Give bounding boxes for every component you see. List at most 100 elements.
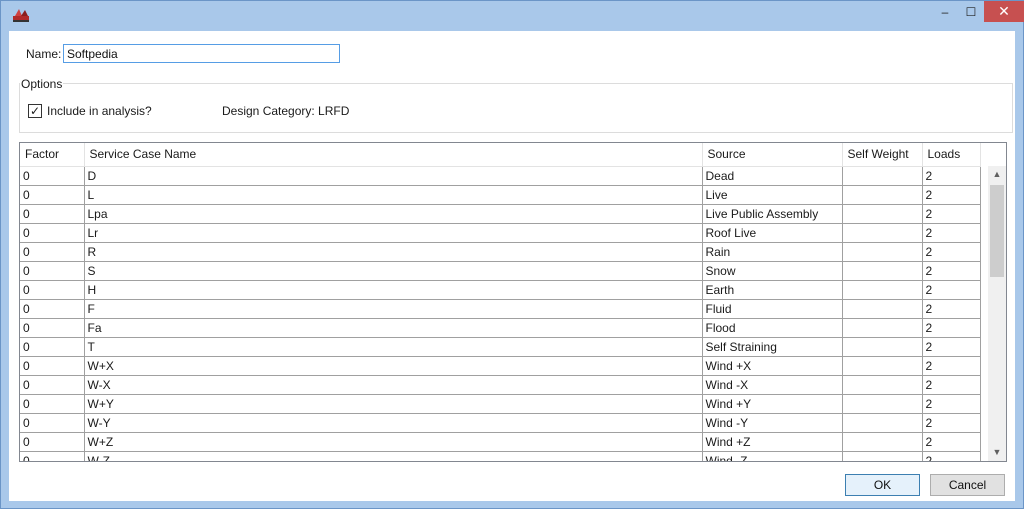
source-cell[interactable]: Flood — [702, 318, 843, 338]
loads-cell[interactable]: 2 — [922, 242, 981, 262]
table-row[interactable]: 0 H Earth 2 — [20, 280, 981, 300]
service-case-name-cell[interactable]: Lr — [84, 223, 703, 243]
self-weight-cell[interactable] — [842, 337, 923, 357]
service-case-name-cell[interactable]: R — [84, 242, 703, 262]
table-row[interactable]: 0 R Rain 2 — [20, 242, 981, 262]
include-in-analysis-checkbox[interactable]: ✓ — [28, 104, 42, 118]
loads-cell[interactable]: 2 — [922, 451, 981, 461]
source-cell[interactable]: Snow — [702, 261, 843, 281]
scroll-down-icon[interactable]: ▼ — [988, 444, 1006, 461]
source-cell[interactable]: Fluid — [702, 299, 843, 319]
service-case-name-cell[interactable]: S — [84, 261, 703, 281]
service-case-name-cell[interactable]: H — [84, 280, 703, 300]
service-case-name-cell[interactable]: W+Z — [84, 432, 703, 452]
source-cell[interactable]: Wind -Z — [702, 451, 843, 461]
factor-cell[interactable]: 0 — [20, 413, 85, 433]
loads-cell[interactable]: 2 — [922, 375, 981, 395]
table-row[interactable]: 0 W+Z Wind +Z 2 — [20, 432, 981, 452]
factor-cell[interactable]: 0 — [20, 299, 85, 319]
service-case-name-cell[interactable]: L — [84, 185, 703, 205]
table-row[interactable]: 0 W+X Wind +X 2 — [20, 356, 981, 376]
column-header-source[interactable]: Source — [702, 143, 843, 167]
self-weight-cell[interactable] — [842, 204, 923, 224]
self-weight-cell[interactable] — [842, 318, 923, 338]
loads-cell[interactable]: 2 — [922, 413, 981, 433]
source-cell[interactable]: Live — [702, 185, 843, 205]
vertical-scrollbar[interactable]: ▲ ▼ — [988, 166, 1006, 461]
table-row[interactable]: 0 W-Y Wind -Y 2 — [20, 413, 981, 433]
loads-cell[interactable]: 2 — [922, 394, 981, 414]
loads-cell[interactable]: 2 — [922, 318, 981, 338]
factor-cell[interactable]: 0 — [20, 204, 85, 224]
table-row[interactable]: 0 W+Y Wind +Y 2 — [20, 394, 981, 414]
service-case-name-cell[interactable]: D — [84, 166, 703, 186]
service-case-name-cell[interactable]: Lpa — [84, 204, 703, 224]
cancel-button[interactable]: Cancel — [930, 474, 1005, 496]
factor-cell[interactable]: 0 — [20, 185, 85, 205]
loads-cell[interactable]: 2 — [922, 204, 981, 224]
factor-cell[interactable]: 0 — [20, 318, 85, 338]
factor-cell[interactable]: 0 — [20, 337, 85, 357]
table-row[interactable]: 0 Lr Roof Live 2 — [20, 223, 981, 243]
column-header-loads[interactable]: Loads — [922, 143, 981, 167]
service-case-name-cell[interactable]: F — [84, 299, 703, 319]
self-weight-cell[interactable] — [842, 280, 923, 300]
factor-cell[interactable]: 0 — [20, 432, 85, 452]
loads-cell[interactable]: 2 — [922, 299, 981, 319]
factor-cell[interactable]: 0 — [20, 242, 85, 262]
column-header-service-case-name[interactable]: Service Case Name — [84, 143, 703, 167]
service-case-name-cell[interactable]: W-X — [84, 375, 703, 395]
self-weight-cell[interactable] — [842, 261, 923, 281]
service-case-name-cell[interactable]: W-Y — [84, 413, 703, 433]
source-cell[interactable]: Self Straining — [702, 337, 843, 357]
close-button[interactable]: ✕ — [984, 1, 1024, 22]
loads-cell[interactable]: 2 — [922, 185, 981, 205]
minimize-button[interactable]: – — [932, 1, 958, 22]
self-weight-cell[interactable] — [842, 356, 923, 376]
loads-cell[interactable]: 2 — [922, 223, 981, 243]
factor-cell[interactable]: 0 — [20, 166, 85, 186]
factor-cell[interactable]: 0 — [20, 261, 85, 281]
table-row[interactable]: 0 W-Z Wind -Z 2 — [20, 451, 981, 461]
factor-cell[interactable]: 0 — [20, 223, 85, 243]
self-weight-cell[interactable] — [842, 451, 923, 461]
table-row[interactable]: 0 F Fluid 2 — [20, 299, 981, 319]
table-row[interactable]: 0 D Dead 2 — [20, 166, 981, 186]
self-weight-cell[interactable] — [842, 394, 923, 414]
loads-cell[interactable]: 2 — [922, 261, 981, 281]
loads-cell[interactable]: 2 — [922, 166, 981, 186]
include-in-analysis-label[interactable]: Include in analysis? — [47, 104, 152, 118]
factor-cell[interactable]: 0 — [20, 394, 85, 414]
service-case-name-cell[interactable]: W+X — [84, 356, 703, 376]
self-weight-cell[interactable] — [842, 223, 923, 243]
source-cell[interactable]: Live Public Assembly — [702, 204, 843, 224]
service-case-name-cell[interactable]: W-Z — [84, 451, 703, 461]
source-cell[interactable]: Rain — [702, 242, 843, 262]
scrollbar-thumb[interactable] — [990, 185, 1004, 277]
source-cell[interactable]: Earth — [702, 280, 843, 300]
self-weight-cell[interactable] — [842, 299, 923, 319]
scroll-up-icon[interactable]: ▲ — [988, 166, 1006, 183]
column-header-factor[interactable]: Factor — [20, 143, 85, 167]
service-case-name-cell[interactable]: Fa — [84, 318, 703, 338]
factor-cell[interactable]: 0 — [20, 375, 85, 395]
self-weight-cell[interactable] — [842, 375, 923, 395]
self-weight-cell[interactable] — [842, 166, 923, 186]
maximize-button[interactable]: ☐ — [958, 1, 984, 22]
ok-button[interactable]: OK — [845, 474, 920, 496]
source-cell[interactable]: Roof Live — [702, 223, 843, 243]
service-case-name-cell[interactable]: T — [84, 337, 703, 357]
name-input[interactable] — [63, 44, 340, 63]
table-row[interactable]: 0 Lpa Live Public Assembly 2 — [20, 204, 981, 224]
source-cell[interactable]: Wind +Z — [702, 432, 843, 452]
table-row[interactable]: 0 S Snow 2 — [20, 261, 981, 281]
table-row[interactable]: 0 L Live 2 — [20, 185, 981, 205]
column-header-self-weight[interactable]: Self Weight — [842, 143, 923, 167]
source-cell[interactable]: Wind -X — [702, 375, 843, 395]
self-weight-cell[interactable] — [842, 185, 923, 205]
source-cell[interactable]: Wind -Y — [702, 413, 843, 433]
table-row[interactable]: 0 Fa Flood 2 — [20, 318, 981, 338]
table-row[interactable]: 0 T Self Straining 2 — [20, 337, 981, 357]
table-row[interactable]: 0 W-X Wind -X 2 — [20, 375, 981, 395]
service-cases-grid[interactable]: Factor Service Case Name Source Self Wei… — [19, 142, 1007, 462]
